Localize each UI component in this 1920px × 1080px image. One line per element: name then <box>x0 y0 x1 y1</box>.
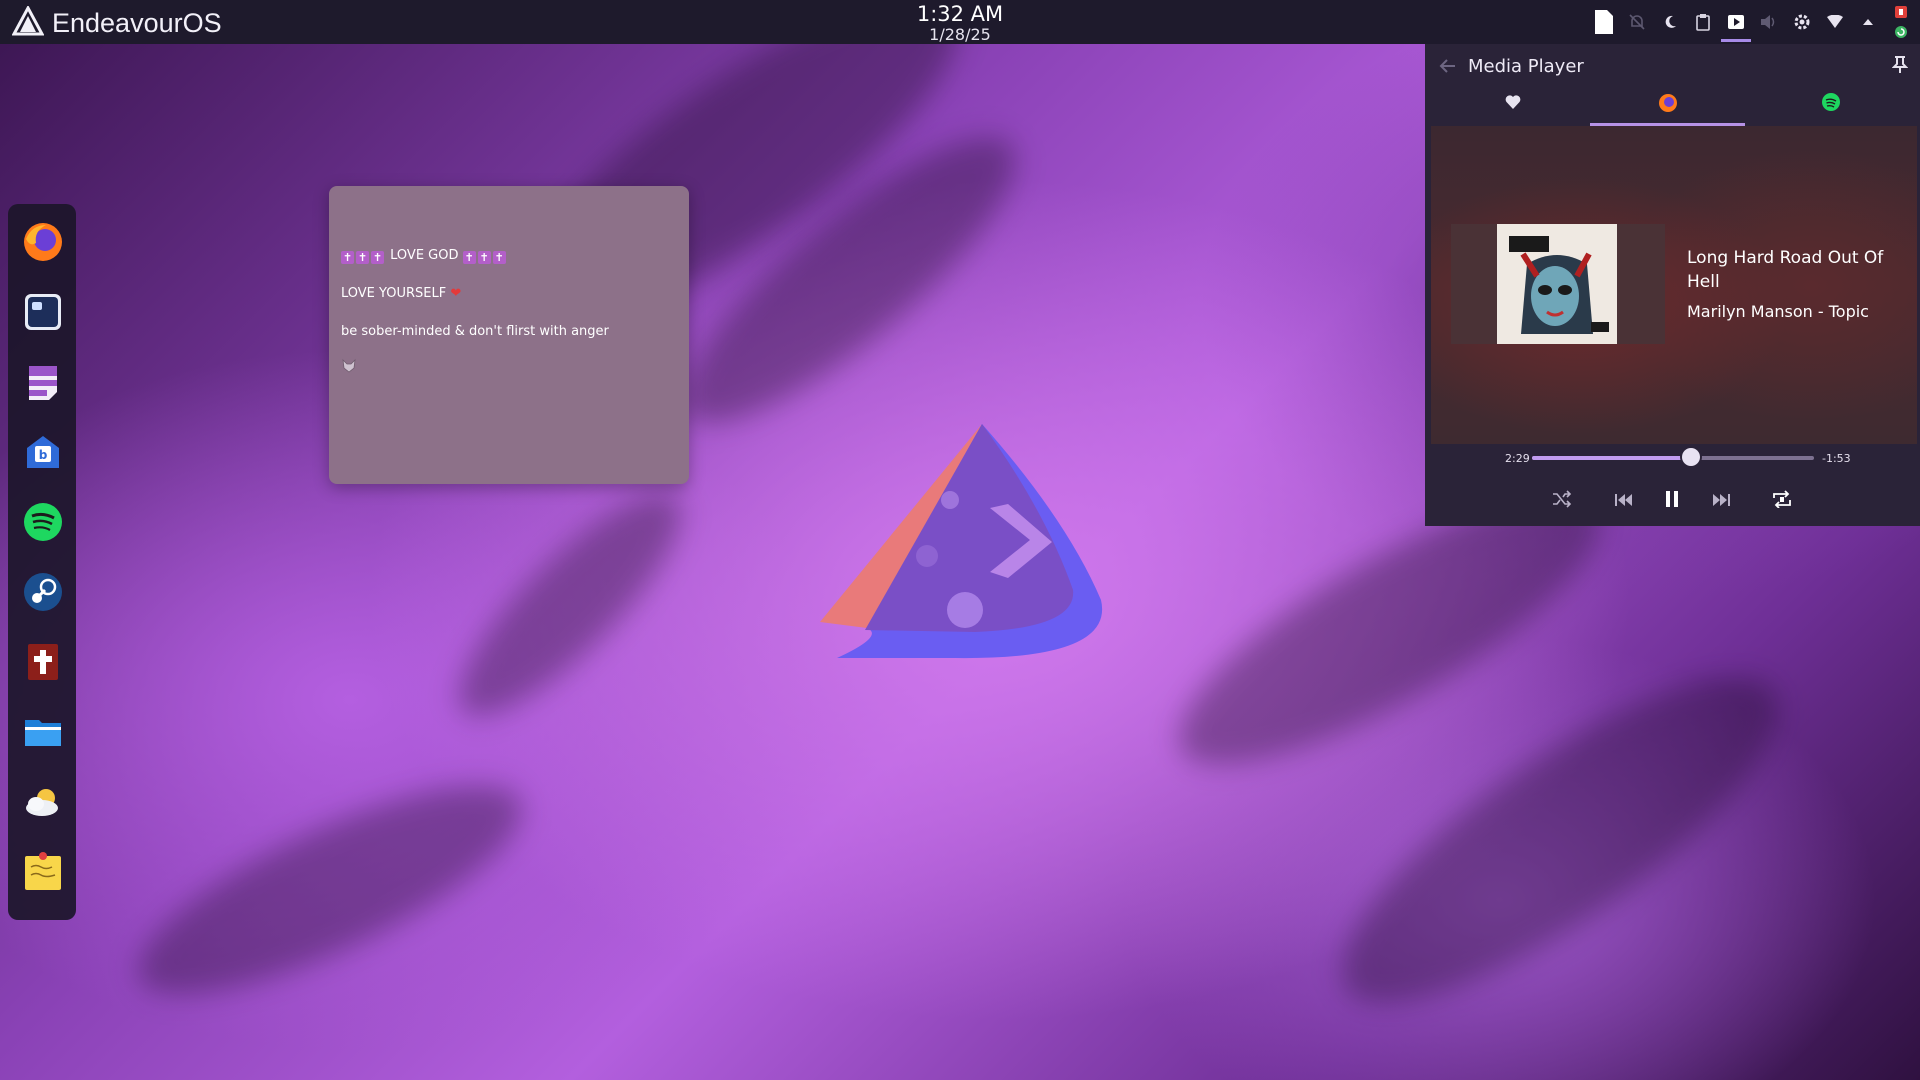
back-arrow-icon[interactable] <box>1439 57 1457 79</box>
wallpaper-streak <box>432 467 708 743</box>
weather-icon <box>22 782 64 826</box>
tab-firefox[interactable] <box>1590 84 1745 126</box>
pause-icon <box>1664 490 1680 512</box>
previous-button[interactable] <box>1608 482 1640 520</box>
now-playing-panel: Long Hard Road Out Of Hell Marilyn Manso… <box>1431 126 1917 444</box>
steam-icon <box>23 572 63 616</box>
track-artist: Marilyn Manson - Topic <box>1687 302 1869 321</box>
notes-app-icon <box>25 362 61 406</box>
dock-item-steam[interactable] <box>21 572 65 616</box>
dock-item-files[interactable] <box>21 712 65 756</box>
skip-back-icon <box>1614 492 1634 511</box>
cross-icon: ✝ <box>371 251 384 264</box>
cross-icon: ✝ <box>477 251 491 264</box>
arrow-up-icon[interactable] <box>1857 0 1879 44</box>
dock-item-firefox[interactable] <box>21 222 65 266</box>
shuffle-button[interactable] <box>1546 482 1578 520</box>
dock: b <box>8 204 76 920</box>
album-art <box>1497 224 1617 344</box>
skip-forward-icon <box>1711 492 1731 511</box>
seek-bar[interactable] <box>1532 448 1814 466</box>
note-line-3: be sober-minded & don't flirst with ange… <box>341 324 609 339</box>
sticky-notes-icon <box>22 851 64 897</box>
dock-item-mail[interactable]: b <box>21 432 65 476</box>
night-mode-icon[interactable] <box>1659 0 1681 44</box>
no-notifications-icon[interactable] <box>1626 0 1648 44</box>
media-player-header: Media Player <box>1425 44 1920 88</box>
update-icon[interactable] <box>1890 0 1912 44</box>
app-launcher[interactable]: EndeavourOS <box>11 4 222 40</box>
heart-icon <box>1505 94 1521 114</box>
tab-spotify[interactable] <box>1753 84 1908 124</box>
terminal-icon <box>23 292 63 336</box>
endeavouros-logo-icon <box>11 4 45 40</box>
note-line-2-text: LOVE YOURSELF <box>341 286 447 301</box>
settings-icon[interactable] <box>1791 0 1813 44</box>
wolf-icon <box>341 358 357 378</box>
note-line-1-text: LOVE GOD <box>390 248 459 263</box>
seek-bar-handle[interactable] <box>1682 448 1701 466</box>
tab-heart[interactable] <box>1435 84 1590 124</box>
brand-name: EndeavourOS <box>52 7 222 38</box>
note-line-1: ✝ ✝ ✝ LOVE GOD ✝ ✝ ✝ <box>341 248 508 264</box>
cross-icon: ✝ <box>462 251 476 264</box>
sticky-note-widget[interactable]: ✝ ✝ ✝ LOVE GOD ✝ ✝ ✝ LOVE YOURSELF ❤ be sobe… <box>329 186 689 484</box>
track-title: Long Hard Road Out Of Hell <box>1687 248 1884 292</box>
volume-icon[interactable] <box>1758 0 1780 44</box>
dock-item-sticky-notes[interactable] <box>21 852 65 896</box>
dock-item-spotify[interactable] <box>21 502 65 546</box>
dock-item-bible[interactable] <box>21 642 65 686</box>
clipboard-icon[interactable] <box>1692 0 1714 44</box>
repeat-button[interactable] <box>1766 482 1798 520</box>
bible-app-icon <box>25 642 61 686</box>
spotify-icon <box>1821 92 1841 116</box>
shuffle-icon <box>1552 490 1572 512</box>
media-player-popup: Media Player Long Hard Road Out Of Hell … <box>1425 44 1920 526</box>
media-player-icon[interactable] <box>1721 0 1751 44</box>
document-icon[interactable] <box>1593 0 1615 44</box>
dock-item-terminal[interactable] <box>21 292 65 336</box>
firefox-icon <box>22 221 64 267</box>
repeat-icon <box>1772 490 1792 512</box>
spotify-icon <box>23 502 63 546</box>
cross-icon: ✝ <box>341 251 354 264</box>
dock-item-weather[interactable] <box>21 782 65 826</box>
firefox-icon <box>1658 93 1678 117</box>
media-player-title: Media Player <box>1468 56 1584 77</box>
mail-app-icon: b <box>23 432 63 476</box>
seek-bar-fill <box>1532 456 1692 460</box>
cross-icon: ✝ <box>356 251 369 264</box>
svg-text:b: b <box>39 448 48 462</box>
desktop-logo <box>815 420 1105 674</box>
playback-controls <box>1425 482 1920 520</box>
network-icon[interactable] <box>1824 0 1846 44</box>
file-manager-icon <box>23 712 63 756</box>
elapsed-time: 2:29 <box>1505 452 1530 465</box>
pin-icon[interactable] <box>1891 56 1909 78</box>
dock-item-notes[interactable] <box>21 362 65 406</box>
wallpaper-streak <box>114 746 546 1034</box>
pause-button[interactable] <box>1656 482 1688 520</box>
system-tray <box>1593 0 1912 44</box>
heart-icon: ❤ <box>450 286 462 301</box>
note-line-2: LOVE YOURSELF ❤ <box>341 286 461 301</box>
cross-icon: ✝ <box>492 251 506 264</box>
top-panel: EndeavourOS 1:32 AM 1/28/25 <box>0 0 1920 44</box>
next-button[interactable] <box>1705 482 1737 520</box>
remaining-time: -1:53 <box>1822 452 1851 465</box>
